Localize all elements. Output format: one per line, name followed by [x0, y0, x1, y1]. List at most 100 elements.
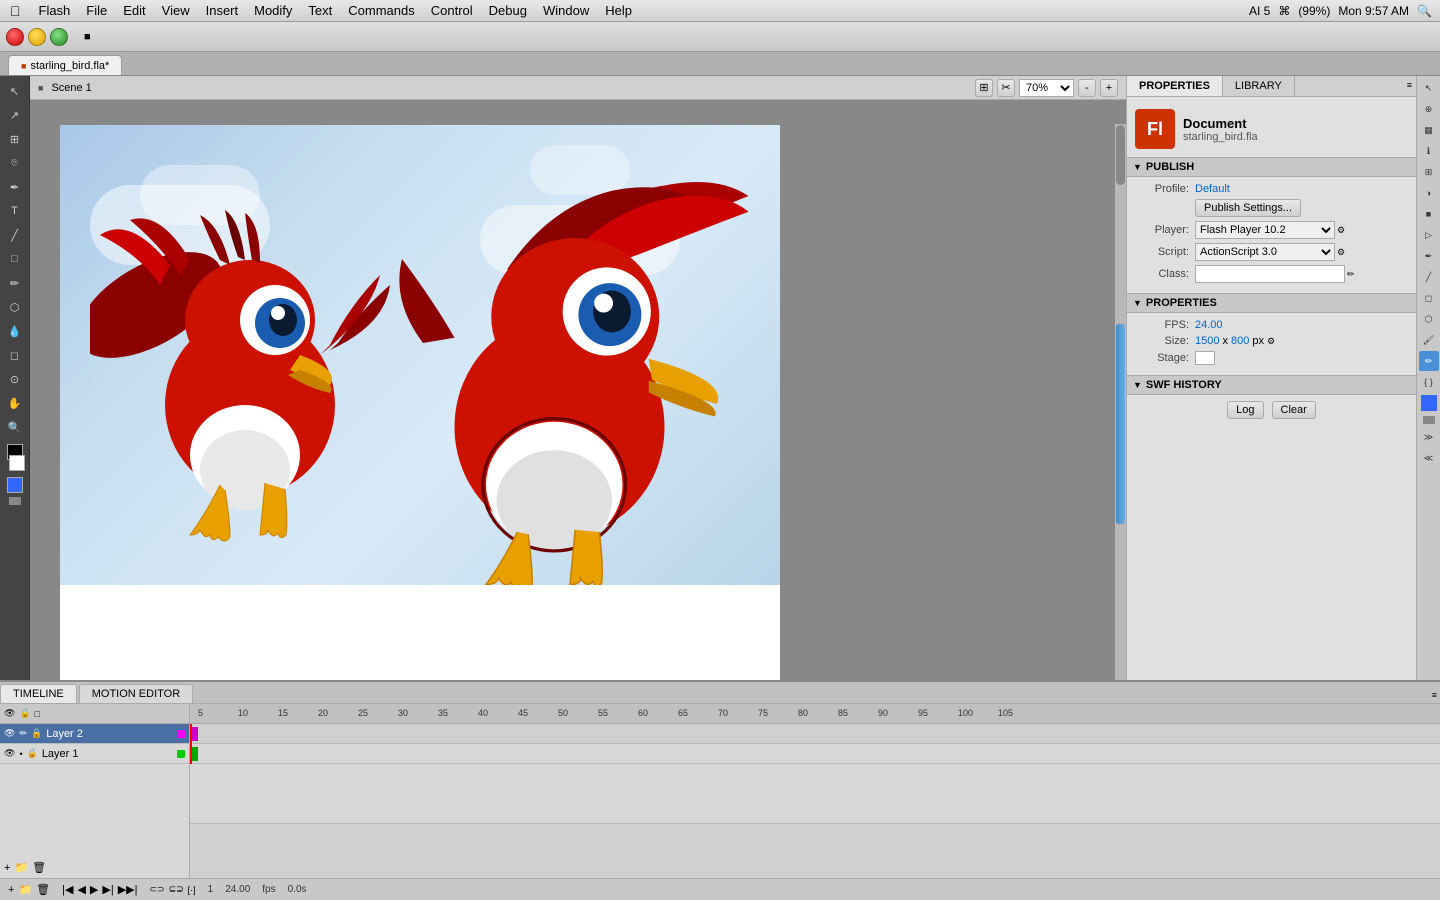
onion-outline-btn[interactable]: ⊆⊇ — [169, 884, 184, 895]
layer1-lock[interactable]: 🔒 — [27, 748, 38, 759]
frames-area[interactable]: 5 10 15 20 25 30 35 40 45 50 55 60 65 70… — [190, 704, 1440, 878]
script-select[interactable]: ActionScript 3.0 ActionScript 2.0 — [1195, 243, 1335, 261]
zoom-select[interactable]: 70% 50% 100% — [1019, 79, 1074, 97]
menu-control[interactable]: Control — [423, 1, 481, 20]
layer2-eye[interactable]: 👁 — [4, 728, 15, 739]
player-settings-icon[interactable]: ⚙ — [1337, 225, 1345, 236]
fps-value[interactable]: 24.00 — [1195, 319, 1223, 331]
publish-settings-button[interactable]: Publish Settings... — [1195, 199, 1301, 217]
timeline-collapse-button[interactable]: ≡ — [1429, 687, 1440, 703]
apple-menu[interactable]:  — [10, 3, 21, 19]
lasso-tool[interactable]: ⌾ — [4, 152, 26, 174]
add-folder-button[interactable]: 📁 — [14, 861, 28, 874]
rt-expand[interactable]: ≪ — [1419, 448, 1439, 468]
file-tab[interactable]: ■ starling_bird.fla* — [8, 55, 122, 75]
search-icon[interactable]: 🔍 — [1417, 4, 1432, 18]
play-btn[interactable]: ▶ — [90, 883, 98, 896]
fill-color[interactable] — [9, 455, 25, 471]
menu-view[interactable]: View — [154, 1, 198, 20]
layer2-lock[interactable]: 🔒 — [31, 728, 42, 739]
rectangle-tool[interactable]: □ — [4, 248, 26, 270]
rt-gradient[interactable]: ⬡ — [1419, 309, 1439, 329]
layer2-frame-track[interactable] — [190, 724, 1440, 744]
add-layer-btn[interactable]: + — [8, 884, 14, 896]
menu-edit[interactable]: Edit — [115, 1, 153, 20]
layer-2-row[interactable]: 👁 ✏ 🔒 Layer 2 — [0, 724, 189, 744]
next-frame-btn[interactable]: ▶| — [102, 883, 113, 896]
outline-icon[interactable]: □ — [35, 709, 40, 719]
trash-btn[interactable]: 🗑 — [36, 883, 50, 896]
layer2-pencil[interactable]: ✏ — [19, 728, 27, 739]
menu-flash[interactable]: Flash — [31, 1, 79, 20]
rt-edit-active[interactable]: ✏ — [1419, 351, 1439, 371]
tab-properties[interactable]: PROPERTIES — [1127, 76, 1223, 96]
class-input[interactable] — [1195, 265, 1345, 283]
rt-transform[interactable]: ⊕ — [1419, 99, 1439, 119]
line-tool[interactable]: ╱ — [4, 224, 26, 246]
free-transform-tool[interactable]: ⊞ — [4, 128, 26, 150]
layer1-dot[interactable]: • — [19, 749, 22, 759]
go-start-btn[interactable]: |◀ — [62, 883, 73, 896]
onion-skin-btn[interactable]: ⊂⊃ — [149, 884, 164, 895]
minimize-window-button[interactable] — [28, 28, 46, 46]
pencil-tool[interactable]: ✏ — [4, 272, 26, 294]
layer1-eye[interactable]: 👁 — [4, 748, 15, 759]
publish-section-header[interactable]: ▼ PUBLISH — [1127, 157, 1416, 177]
text-tool[interactable]: T — [4, 200, 26, 222]
rt-selection[interactable]: ↖ — [1419, 78, 1439, 98]
maximize-window-button[interactable] — [50, 28, 68, 46]
lock-icon[interactable]: 🔒 — [19, 708, 30, 719]
edit-onion-btn[interactable]: [·] — [188, 885, 196, 895]
layer-1-row[interactable]: 👁 • 🔒 Layer 1 — [0, 744, 189, 764]
folder-btn[interactable]: 📁 — [18, 883, 32, 896]
rt-collapse[interactable]: ≫ — [1419, 427, 1439, 447]
zoom-tool[interactable]: 🔍 — [4, 416, 26, 438]
menu-help[interactable]: Help — [597, 1, 640, 20]
menu-insert[interactable]: Insert — [198, 1, 247, 20]
camera-tool[interactable]: ⊙ — [4, 368, 26, 390]
tab-library[interactable]: LIBRARY — [1223, 76, 1295, 96]
rt-color-swatch[interactable] — [1421, 395, 1437, 411]
size-height[interactable]: 800 — [1231, 335, 1249, 347]
menu-commands[interactable]: Commands — [340, 1, 422, 20]
subselection-tool[interactable]: ↗ — [4, 104, 26, 126]
menu-text[interactable]: Text — [300, 1, 340, 20]
rt-info[interactable]: ℹ — [1419, 141, 1439, 161]
clipping-button[interactable]: ✂ — [997, 79, 1015, 97]
menu-modify[interactable]: Modify — [246, 1, 300, 20]
close-window-button[interactable] — [6, 28, 24, 46]
rt-motion[interactable]: ▷ — [1419, 225, 1439, 245]
fit-scene-button[interactable]: ⊞ — [975, 79, 993, 97]
rt-pen[interactable]: ✒ — [1419, 246, 1439, 266]
menu-file[interactable]: File — [78, 1, 115, 20]
eyedropper-tool[interactable]: 💧 — [4, 320, 26, 342]
rt-align[interactable]: ⊞ — [1419, 162, 1439, 182]
eye-icon[interactable]: 👁 — [4, 708, 15, 719]
player-select[interactable]: Flash Player 10.2 Flash Player 11 — [1195, 221, 1335, 239]
add-layer-button[interactable]: + — [4, 862, 10, 874]
layer1-frame-track[interactable] — [190, 744, 1440, 764]
motion-editor-tab[interactable]: MOTION EDITOR — [79, 684, 193, 703]
rt-library[interactable]: ■ — [1419, 204, 1439, 224]
zoom-in-button[interactable]: + — [1100, 79, 1118, 97]
size-settings-icon[interactable]: ⚙ — [1267, 336, 1275, 347]
log-button[interactable]: Log — [1227, 401, 1263, 419]
layer1-name[interactable]: Layer 1 — [42, 748, 173, 760]
layer2-name[interactable]: Layer 2 — [46, 728, 173, 740]
panel-collapse-button[interactable]: ≡ — [1403, 76, 1416, 96]
rt-code[interactable]: { } — [1419, 372, 1439, 392]
rt-brush[interactable]: 🖌 — [1419, 330, 1439, 350]
rt-stroke[interactable]: ╱ — [1419, 267, 1439, 287]
paint-bucket-tool[interactable]: ⬡ — [4, 296, 26, 318]
properties-section-header[interactable]: ▼ PROPERTIES — [1127, 293, 1416, 313]
vertical-scrollbar-thumb[interactable] — [1116, 125, 1125, 185]
clear-button[interactable]: Clear — [1272, 401, 1316, 419]
go-end-btn[interactable]: ▶▶| — [118, 883, 138, 896]
pen-tool[interactable]: ✒ — [4, 176, 26, 198]
swf-section-header[interactable]: ▼ SWF HISTORY — [1127, 375, 1416, 395]
script-settings-icon[interactable]: ⚙ — [1337, 247, 1345, 258]
timeline-tab[interactable]: TIMELINE — [0, 684, 77, 703]
class-edit-icon[interactable]: ✏ — [1347, 269, 1355, 280]
zoom-out-button[interactable]: - — [1078, 79, 1096, 97]
rt-color[interactable]: ◑ — [1419, 183, 1439, 203]
